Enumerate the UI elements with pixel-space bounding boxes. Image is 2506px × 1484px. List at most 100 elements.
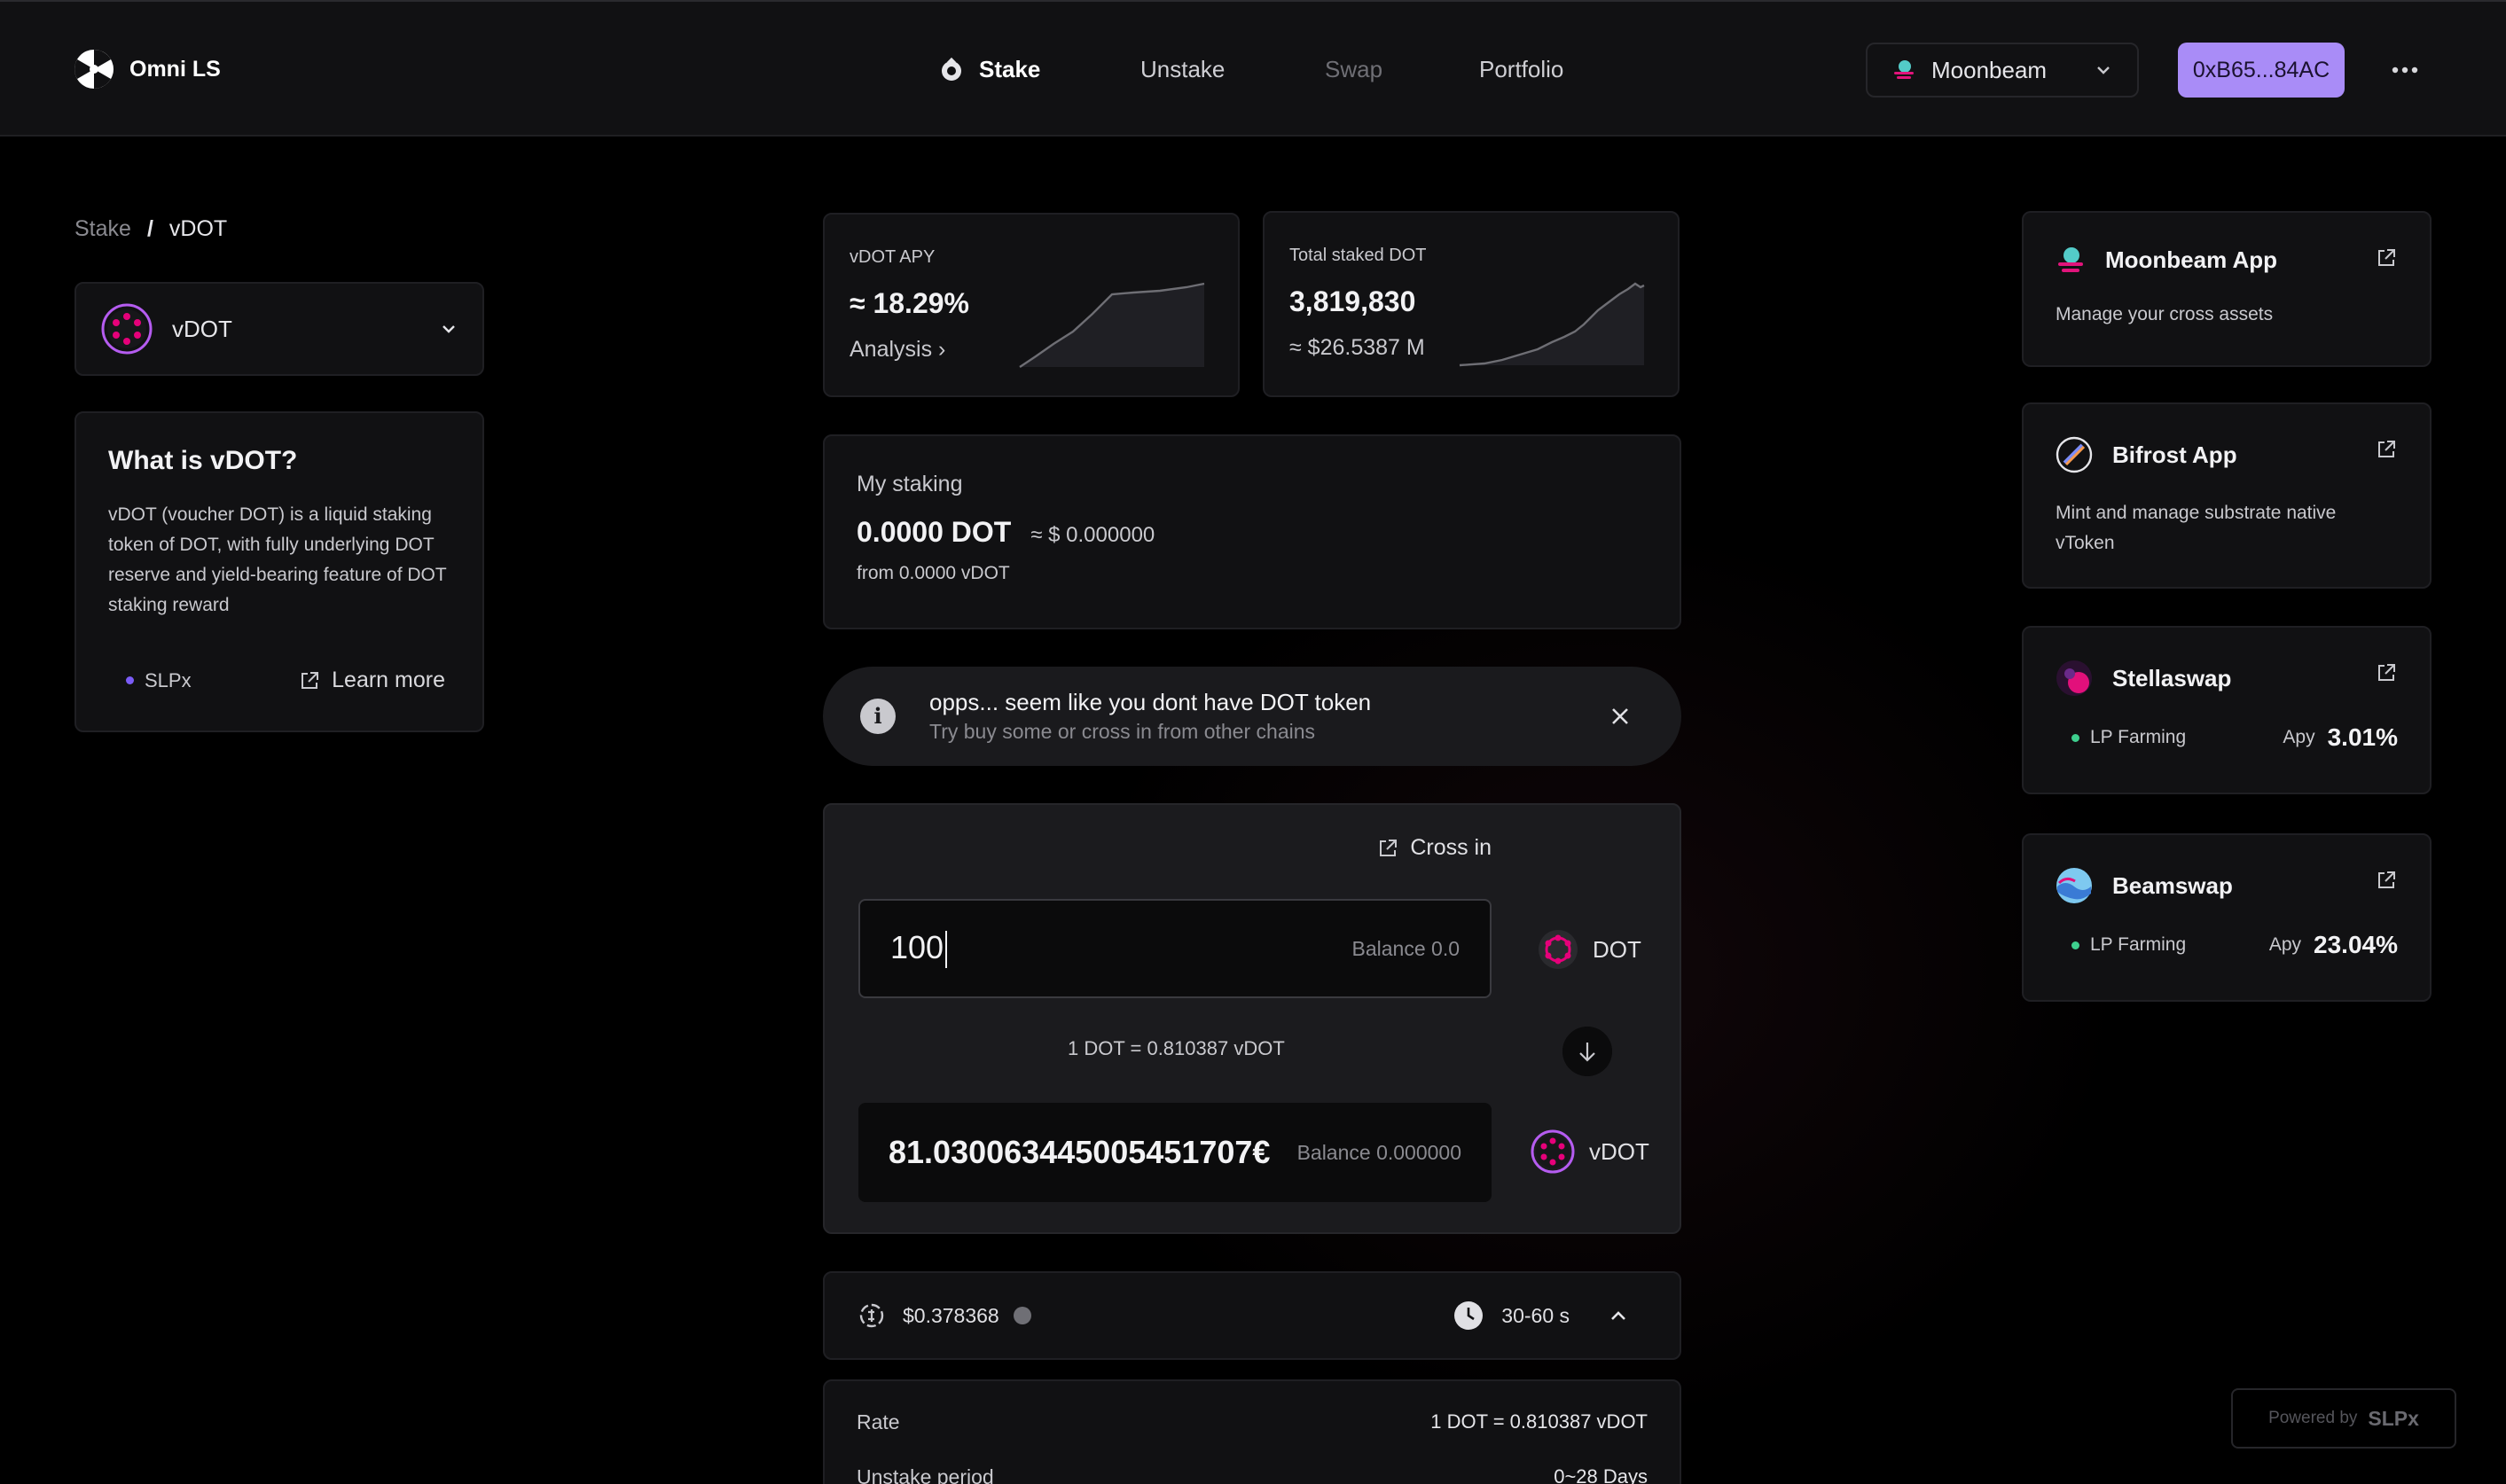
stellaswap-icon xyxy=(2056,660,2092,696)
my-staking-amount: 0.0000 DOT xyxy=(857,516,1012,548)
total-staked-sparkline xyxy=(1459,282,1645,367)
farm-dot-icon xyxy=(2071,941,2079,949)
chevron-down-icon xyxy=(2097,66,2110,74)
bifrost-app-head: Bifrost App xyxy=(2056,436,2398,473)
beamswap-card[interactable]: Beamswap LP Farming Apy 23.04% xyxy=(2022,833,2432,1002)
close-icon[interactable] xyxy=(1607,703,1633,730)
token-select[interactable]: vDOT xyxy=(74,282,484,376)
moonbeam-app-head: Moonbeam App xyxy=(2056,245,2398,275)
my-staking-from: from 0.0000 vDOT xyxy=(857,563,1010,583)
output-amount: 81.030063445005451707€ xyxy=(889,1134,1271,1170)
output-token: vDOT xyxy=(1531,1129,1649,1174)
cross-in-link[interactable]: Cross in xyxy=(1376,835,1492,861)
bifrost-icon xyxy=(2056,436,2093,473)
cross-in-label: Cross in xyxy=(1410,835,1492,860)
nav-portfolio[interactable]: Portfolio xyxy=(1479,51,1563,87)
detail-row-rate: Rate 1 DOT = 0.810387 vDOT xyxy=(857,1408,1648,1436)
learn-more-label: Learn more xyxy=(332,668,445,692)
details-panel: Rate 1 DOT = 0.810387 vDOT Unstake perio… xyxy=(823,1379,1681,1484)
what-is-vdot-card: What is vDOT? vDOT (voucher DOT) is a li… xyxy=(74,411,484,732)
stake-amount-input[interactable]: 100 Balance 0.0 xyxy=(858,899,1492,998)
farm-label-text: LP Farming xyxy=(2090,727,2187,747)
farm-label-text: LP Farming xyxy=(2090,934,2187,955)
nav-stake[interactable]: Stake xyxy=(938,51,1040,87)
input-token: DOT xyxy=(1538,929,1641,970)
apy-value: 3.01% xyxy=(2327,723,2398,751)
detail-label: Unstake period xyxy=(857,1465,994,1484)
total-staked-label: Total staked DOT xyxy=(1289,246,1427,265)
output-balance: Balance 0.000000 xyxy=(1296,1140,1461,1164)
bifrost-app-title: Bifrost App xyxy=(2112,441,2237,468)
nav-unstake[interactable]: Unstake xyxy=(1140,51,1225,87)
powered-by-badge[interactable]: Powered by SLPx xyxy=(2231,1388,2456,1449)
external-link-icon[interactable] xyxy=(2375,438,2398,461)
apy-label: Apy xyxy=(2283,727,2315,747)
farm-label: LP Farming xyxy=(2071,934,2269,956)
no-token-alert: i opps... seem like you dont have DOT to… xyxy=(823,667,1681,766)
input-balance: Balance 0.0 xyxy=(1351,936,1460,960)
what-is-footer: SLPx Learn more xyxy=(108,668,445,693)
stake-swap-panel: Cross in 100 Balance 0.0 DOT 1 DOT = 0.8… xyxy=(823,803,1681,1234)
my-staking-row: 0.0000 DOT ≈ $ 0.000000 xyxy=(857,516,1648,549)
detail-label: Rate xyxy=(857,1410,900,1433)
network-label: Moonbeam xyxy=(1931,56,2048,83)
external-link-icon[interactable] xyxy=(2375,661,2398,684)
slpx-tag: SLPx xyxy=(126,669,192,692)
external-link-icon xyxy=(1380,839,1398,856)
detail-value: 1 DOT = 0.810387 vDOT xyxy=(1430,1410,1648,1433)
nav-stake-label: Stake xyxy=(979,56,1041,82)
breadcrumb-separator: / xyxy=(146,216,153,241)
chevron-down-icon xyxy=(442,325,455,333)
moonbeam-icon xyxy=(2058,247,2083,272)
apy-label: vDOT APY xyxy=(850,247,936,267)
alert-text: opps... seem like you dont have DOT toke… xyxy=(929,687,1607,746)
breadcrumb: Stake / vDOT xyxy=(74,213,227,245)
gas-fee-icon xyxy=(859,1303,884,1328)
slpx-tag-label: SLPx xyxy=(145,668,192,691)
powered-by-brand: SLPx xyxy=(2368,1406,2419,1430)
alert-subtitle: Try buy some or cross in from other chai… xyxy=(929,720,1316,743)
beamswap-head: Beamswap xyxy=(2056,867,2398,904)
external-link-icon[interactable] xyxy=(2375,869,2398,892)
beamswap-farm-row: LP Farming Apy 23.04% xyxy=(2071,931,2398,959)
stake-icon xyxy=(942,57,961,81)
arrow-down-icon[interactable] xyxy=(1562,1027,1612,1076)
stellaswap-card[interactable]: Stellaswap LP Farming Apy 3.01% xyxy=(2022,626,2432,794)
moonbeam-app-card[interactable]: Moonbeam App Manage your cross assets xyxy=(2022,211,2432,367)
omni-logo-icon[interactable] xyxy=(73,48,115,90)
moonbeam-icon xyxy=(1894,60,1914,79)
external-link-icon xyxy=(302,671,319,689)
output-token-label: vDOT xyxy=(1589,1137,1649,1165)
vdot-token-icon xyxy=(101,303,153,355)
what-is-description: vDOT (voucher DOT) is a liquid staking t… xyxy=(108,504,447,615)
clock-icon xyxy=(1454,1301,1484,1330)
my-staking-label: My staking xyxy=(857,472,963,496)
bifrost-app-card[interactable]: Bifrost App Mint and manage substrate na… xyxy=(2022,402,2432,589)
wallet-address-button[interactable]: 0xB65...84AC xyxy=(2178,43,2345,98)
app-name: Omni LS xyxy=(129,57,221,82)
info-icon: i xyxy=(860,699,896,734)
breadcrumb-current: vDOT xyxy=(168,216,228,241)
breadcrumb-stake[interactable]: Stake xyxy=(74,213,131,245)
my-staking-usd: ≈ $ 0.000000 xyxy=(1030,523,1155,547)
input-token-label: DOT xyxy=(1593,935,1641,963)
more-menu-icon[interactable] xyxy=(2391,57,2419,83)
chevron-up-icon[interactable] xyxy=(1607,1304,1630,1327)
nav-swap[interactable]: Swap xyxy=(1325,51,1382,87)
fee-time-value: 30-60 s xyxy=(1501,1303,1570,1327)
input-amount[interactable]: 100 xyxy=(890,929,1352,969)
fee-info-icon[interactable] xyxy=(1013,1307,1031,1324)
network-select[interactable]: Moonbeam xyxy=(1866,43,2139,98)
text-caret xyxy=(945,931,948,969)
slpx-dot-icon xyxy=(126,676,134,684)
stellaswap-farm-row: LP Farming Apy 3.01% xyxy=(2071,723,2398,752)
stellaswap-head: Stellaswap xyxy=(2056,660,2398,697)
vdot-apy-card: vDOT APY ≈ 18.29% Analysis › xyxy=(823,213,1240,397)
vdot-token-icon xyxy=(1531,1129,1575,1174)
total-staked-card: Total staked DOT 3,819,830 ≈ $26.5387 M xyxy=(1263,211,1680,397)
fee-bar[interactable]: $0.378368 30-60 s xyxy=(823,1271,1681,1360)
learn-more-link[interactable]: Learn more xyxy=(298,668,445,693)
apy-label: Apy xyxy=(2268,934,2302,955)
my-staking-card: My staking 0.0000 DOT ≈ $ 0.000000 from … xyxy=(823,434,1681,629)
external-link-icon[interactable] xyxy=(2375,246,2398,269)
